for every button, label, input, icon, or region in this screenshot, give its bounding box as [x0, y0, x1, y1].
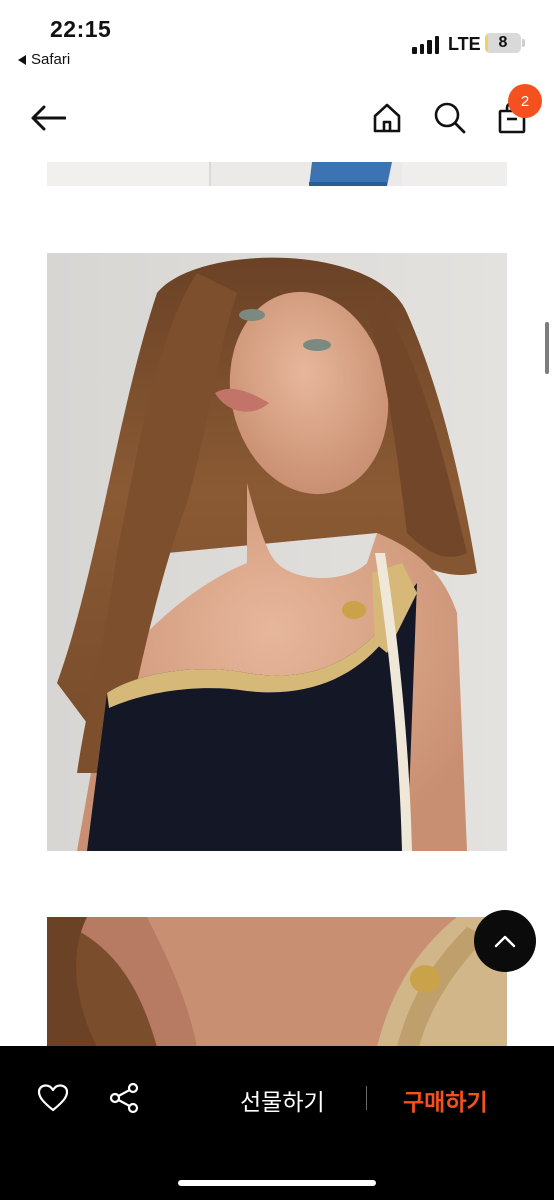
cart-count-badge: 2 — [508, 84, 542, 118]
home-indicator — [178, 1180, 376, 1186]
scroll-to-top-button[interactable] — [474, 910, 536, 972]
battery-tip — [522, 39, 525, 47]
status-bar: 22:15 Safari LTE 8 — [0, 0, 554, 80]
network-label: LTE — [448, 34, 481, 54]
bottom-bar-divider — [366, 1086, 367, 1110]
back-triangle-icon — [18, 54, 26, 65]
model-photo-closeup — [47, 917, 507, 1047]
search-button[interactable] — [430, 98, 470, 138]
gift-button[interactable]: 선물하기 — [240, 1083, 325, 1117]
product-image-bottom — [47, 917, 507, 1047]
product-photo-fragment — [47, 162, 507, 186]
share-icon — [109, 1082, 139, 1114]
buy-button[interactable]: 구매하기 — [403, 1083, 488, 1117]
search-icon — [434, 102, 466, 134]
arrow-left-icon — [31, 105, 66, 131]
back-app-label: Safari — [31, 51, 71, 68]
product-image-top — [47, 162, 507, 186]
chevron-up-icon — [494, 935, 516, 948]
share-button[interactable] — [106, 1080, 142, 1116]
home-icon — [373, 103, 401, 133]
status-time: 22:15 — [50, 16, 112, 42]
scroll-indicator[interactable] — [545, 322, 549, 374]
bottom-action-bar — [0, 1046, 554, 1200]
like-button[interactable] — [36, 1082, 70, 1114]
battery-level: 8 — [498, 34, 508, 51]
model-photo — [47, 253, 507, 851]
product-image-main — [47, 253, 507, 851]
signal-icon — [412, 36, 442, 54]
back-to-app-link[interactable]: Safari — [18, 51, 70, 68]
back-button[interactable] — [26, 98, 70, 138]
top-nav — [0, 80, 554, 158]
home-button[interactable] — [368, 98, 406, 138]
heart-icon — [37, 1084, 69, 1112]
battery-icon: 8 — [485, 33, 521, 53]
